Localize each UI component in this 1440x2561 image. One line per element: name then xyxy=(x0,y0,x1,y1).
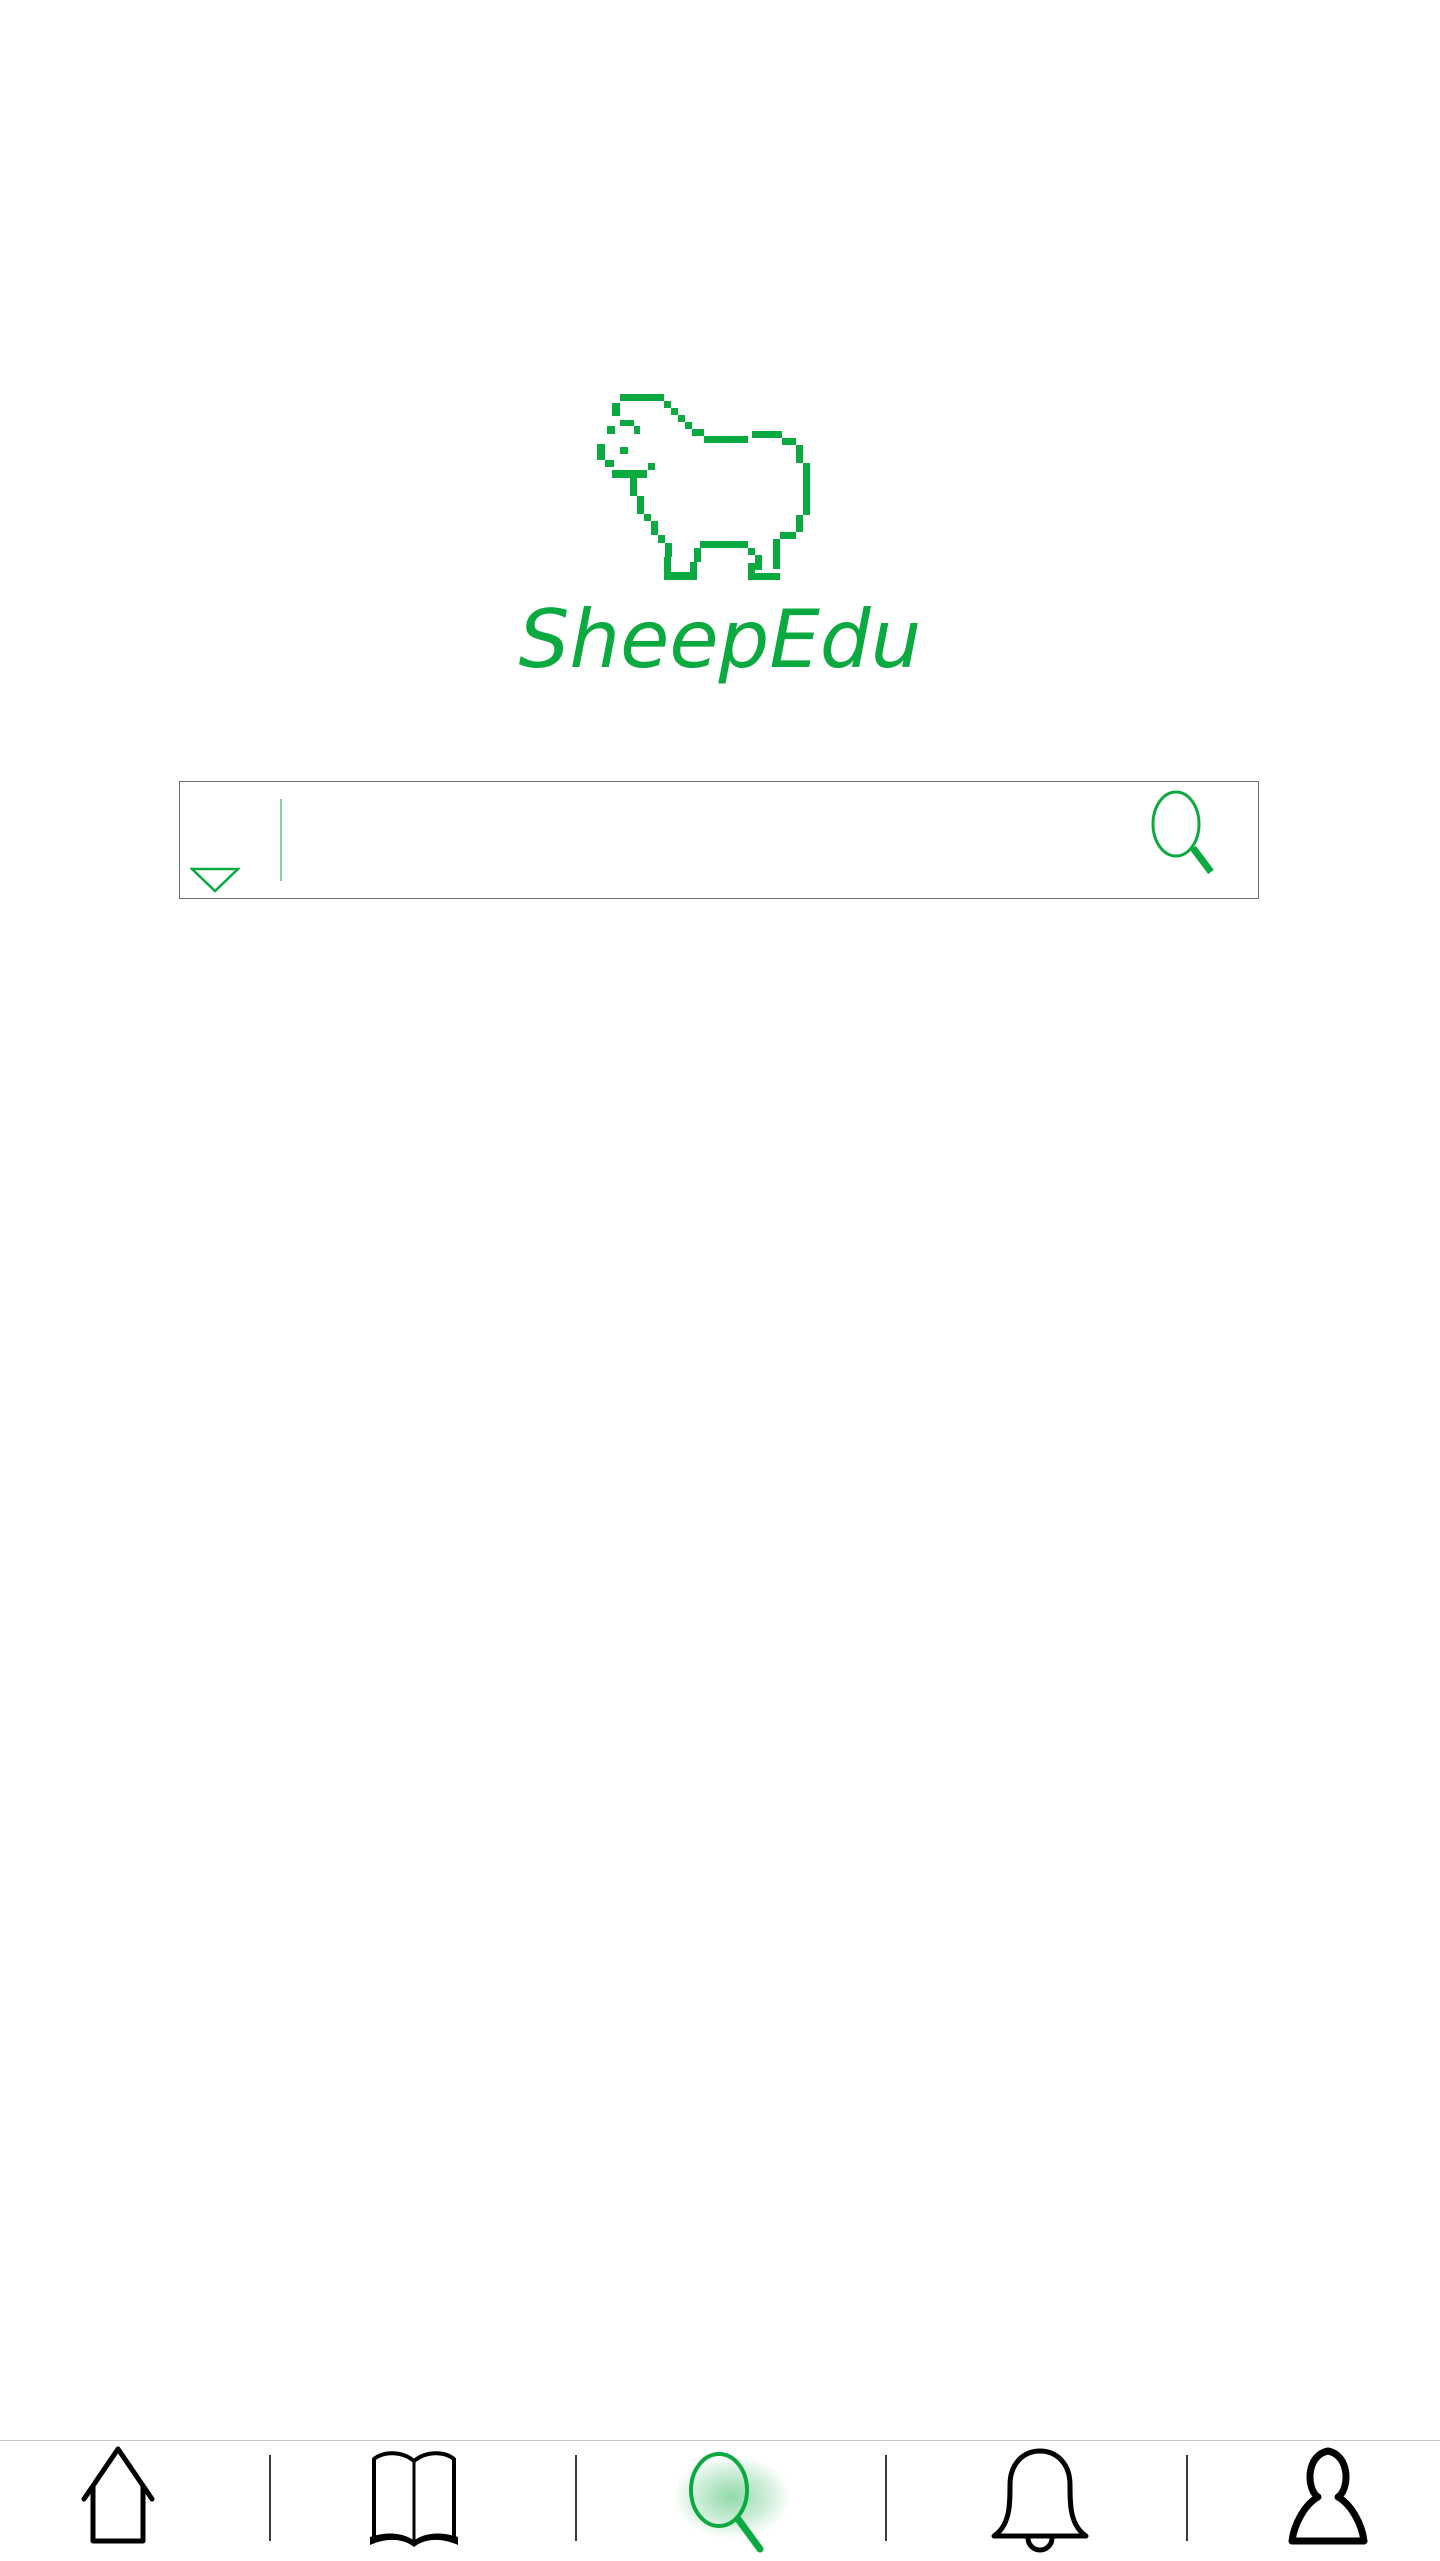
nav-divider xyxy=(269,2455,271,2541)
nav-home[interactable] xyxy=(76,2441,160,2561)
search-icon xyxy=(1151,790,1214,875)
text-cursor xyxy=(280,799,282,881)
nav-notifications[interactable] xyxy=(988,2441,1092,2561)
book-icon xyxy=(370,2451,458,2547)
search-button[interactable] xyxy=(1150,790,1240,890)
home-icon xyxy=(81,2446,155,2544)
app-title: SheepEdu xyxy=(518,593,922,686)
bell-icon xyxy=(991,2448,1089,2553)
nav-library[interactable] xyxy=(364,2441,464,2561)
nav-divider xyxy=(1186,2455,1188,2541)
triangle-down-icon xyxy=(188,867,242,893)
nav-profile[interactable] xyxy=(1288,2441,1368,2561)
nav-search[interactable] xyxy=(672,2441,792,2561)
search-bar xyxy=(179,781,1259,899)
category-dropdown-toggle[interactable] xyxy=(188,866,242,894)
search-icon xyxy=(689,2452,764,2553)
user-icon xyxy=(1288,2447,1368,2545)
bottom-nav xyxy=(0,2440,1440,2560)
sheep-icon xyxy=(597,394,810,580)
nav-divider xyxy=(575,2455,577,2541)
search-input[interactable] xyxy=(290,797,1114,885)
nav-divider xyxy=(885,2455,887,2541)
